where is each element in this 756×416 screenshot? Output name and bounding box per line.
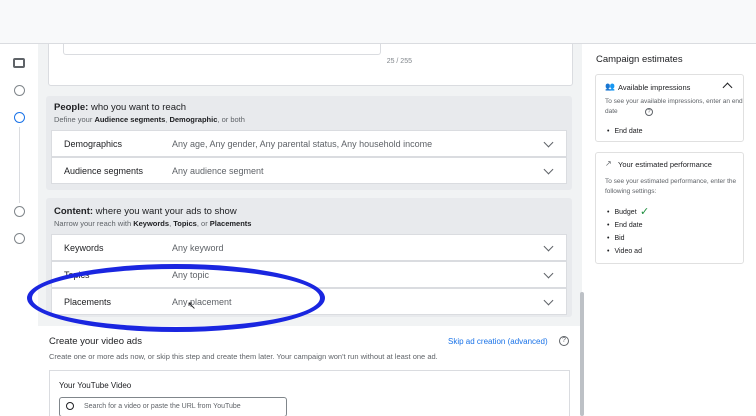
available-impressions-heading: Available impressions <box>618 83 691 92</box>
step-dot-active[interactable] <box>14 112 25 123</box>
row-label: Audience segments <box>64 166 144 176</box>
performance-text: To see your estimated performance, enter… <box>605 178 737 195</box>
step-dot[interactable] <box>14 85 25 96</box>
screen-icon <box>13 58 25 68</box>
estimated-performance-heading: Your estimated performance <box>618 160 712 169</box>
chevron-down-icon[interactable] <box>543 137 554 148</box>
search-input-placeholder: Search for a video or paste the URL from… <box>84 403 241 410</box>
row-value: Any age, Any gender, Any parental status… <box>172 139 433 149</box>
create-ads-title: Create your video ads <box>49 336 142 347</box>
content-title: Content: where you want your ads to show <box>54 206 237 217</box>
campaign-estimates-title: Campaign estimates <box>596 54 683 65</box>
check-icon: ✓ <box>640 206 650 218</box>
available-impressions-card: 👥 Available impressions To see your avai… <box>595 74 744 142</box>
chevron-down-icon[interactable] <box>543 164 554 175</box>
row-label: Demographics <box>64 139 123 149</box>
chevron-up-icon[interactable] <box>722 82 733 93</box>
demographics-row[interactable]: Demographics Any age, Any gender, Any pa… <box>51 130 567 157</box>
skip-ad-creation-link[interactable]: Skip ad creation (advanced) <box>448 337 548 346</box>
help-icon[interactable]: ? <box>559 336 569 346</box>
row-value: Any keyword <box>172 243 224 253</box>
performance-item: Bid <box>607 235 624 242</box>
search-icon <box>66 402 74 410</box>
trend-icon: ↗ <box>605 159 612 168</box>
audience-segments-row[interactable]: Audience segments Any audience segment <box>51 157 567 184</box>
performance-item: Video ad <box>607 248 642 255</box>
create-ads-section: Create your video ads Skip ad creation (… <box>38 326 582 416</box>
help-icon[interactable]: ? <box>645 108 653 116</box>
chevron-down-icon[interactable] <box>543 268 554 279</box>
main-panel: 25 / 255 People: who you want to reach D… <box>38 44 582 416</box>
chevron-down-icon[interactable] <box>543 295 554 306</box>
chevron-down-icon[interactable] <box>543 241 554 252</box>
people-icon: 👥 <box>605 82 615 91</box>
video-search-input[interactable]: Search for a video or paste the URL from… <box>59 397 287 416</box>
youtube-video-heading: Your YouTube Video <box>59 381 132 390</box>
char-counter: 25 / 255 <box>386 58 412 65</box>
row-value: Any audience segment <box>172 166 264 176</box>
scrollbar[interactable] <box>580 292 584 416</box>
top-bar <box>0 0 756 44</box>
people-subtitle: Define your Audience segments, Demograph… <box>54 115 245 124</box>
keywords-row[interactable]: Keywords Any keyword <box>51 234 567 261</box>
performance-item: Budget <box>607 209 636 216</box>
people-section: People: who you want to reach Define you… <box>46 96 572 190</box>
estimated-performance-card: ↗ Your estimated performance To see your… <box>595 152 744 264</box>
step-dot[interactable] <box>14 233 25 244</box>
step-dot[interactable] <box>14 206 25 217</box>
youtube-video-card: Your YouTube Video Search for a video or… <box>49 370 570 416</box>
performance-item: End date <box>607 222 642 229</box>
content-subtitle: Narrow your reach with Keywords, Topics,… <box>54 219 252 228</box>
campaign-estimates-pane: Campaign estimates 👥 Available impressio… <box>588 44 756 416</box>
highlight-annotation <box>27 264 325 332</box>
impressions-item: End date <box>607 128 642 135</box>
create-ads-description: Create one or more ads now, or skip this… <box>49 352 438 361</box>
impressions-text: To see your available impressions, enter… <box>605 98 743 115</box>
step-connector <box>19 127 20 203</box>
row-label: Keywords <box>64 243 104 253</box>
step-rail <box>0 44 38 416</box>
mouse-cursor-icon: ↖ <box>187 300 197 312</box>
people-title: People: who you want to reach <box>54 102 187 113</box>
channel-placement-card: 25 / 255 <box>48 44 573 86</box>
channel-placement-input[interactable] <box>63 44 381 55</box>
